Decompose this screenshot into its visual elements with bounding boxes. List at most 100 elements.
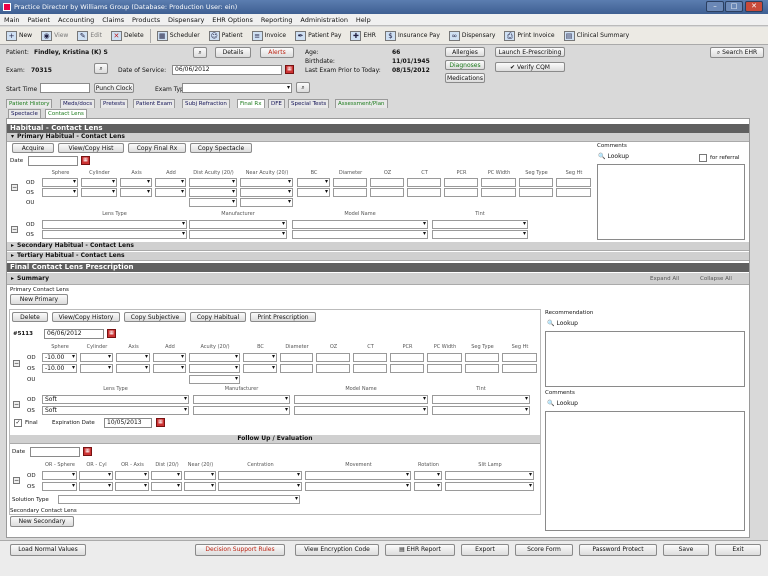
view-copy-hist-button[interactable]: View/Copy Hist: [58, 143, 124, 153]
habitual-lens-cell[interactable]: [189, 220, 287, 229]
final-cell[interactable]: [243, 353, 277, 362]
recommendation-textarea[interactable]: [545, 331, 745, 387]
habitual-cell[interactable]: [407, 178, 441, 187]
expiration-calendar-icon[interactable]: ▦: [156, 418, 165, 427]
expiration-date-field[interactable]: 10/05/2013: [104, 418, 152, 428]
followup-cell[interactable]: [445, 471, 534, 480]
final-lens-cell[interactable]: Soft: [42, 395, 189, 404]
final-checkbox[interactable]: ✓: [14, 419, 22, 427]
details-button[interactable]: Details: [215, 47, 251, 58]
copy-final-rx-button[interactable]: Copy Final Rx: [128, 143, 186, 153]
score-form-button[interactable]: Score Form: [515, 544, 573, 556]
close-icon[interactable]: ✕: [745, 1, 763, 12]
final-cell[interactable]: [465, 364, 499, 373]
dos-calendar-icon[interactable]: ▦: [285, 65, 294, 74]
minimize-icon[interactable]: –: [706, 1, 724, 12]
habitual-ou-near[interactable]: [240, 198, 293, 207]
followup-cell[interactable]: [414, 471, 442, 480]
patient-search-icon[interactable]: ⌕: [193, 47, 207, 58]
habitual-cell[interactable]: [120, 188, 152, 197]
final-lens-cell[interactable]: [294, 406, 428, 415]
habitual-cell[interactable]: [481, 188, 516, 197]
tertiary-habitual-header[interactable]: Tertiary Habitual - Contact Lens: [7, 252, 749, 261]
followup-cell[interactable]: [42, 482, 77, 491]
final-ou-acuity[interactable]: [189, 375, 240, 384]
habitual-lens-cell[interactable]: [42, 230, 187, 239]
patient-pay-button[interactable]: ✒ Patient Pay: [292, 29, 344, 43]
habitual-cell[interactable]: [42, 178, 78, 187]
final-cell[interactable]: [502, 364, 537, 373]
habitual-cell[interactable]: [81, 178, 117, 187]
menu-claims[interactable]: Claims: [102, 16, 124, 24]
habitual-col-header[interactable]: CT: [407, 170, 442, 176]
habitual-cell[interactable]: [370, 188, 404, 197]
habitual-col-header[interactable]: BC: [297, 170, 331, 176]
final-cell[interactable]: [243, 364, 277, 373]
followup-cell[interactable]: [115, 482, 149, 491]
menu-administration[interactable]: Administration: [300, 16, 348, 24]
solution-type-select[interactable]: [58, 495, 300, 504]
final-delete-button[interactable]: Delete: [12, 312, 48, 322]
final-lens-cell[interactable]: [294, 395, 428, 404]
final-cell[interactable]: [353, 353, 387, 362]
exam-type-select[interactable]: [182, 83, 292, 93]
dispensary-button[interactable]: ∞ Dispensary: [446, 29, 499, 43]
habitual-cell[interactable]: [81, 188, 117, 197]
final-cell[interactable]: [153, 353, 186, 362]
menu-help[interactable]: Help: [356, 16, 371, 24]
followup-cell[interactable]: [184, 482, 216, 491]
habitual-cell[interactable]: [444, 178, 478, 187]
maximize-icon[interactable]: □: [725, 1, 743, 12]
habitual-col-header[interactable]: Add: [155, 170, 187, 176]
menu-ehr-options[interactable]: EHR Options: [212, 16, 253, 24]
exit-button[interactable]: Exit: [715, 544, 761, 556]
habitual-cell[interactable]: [519, 188, 553, 197]
final-cell[interactable]: [316, 353, 350, 362]
final-cell[interactable]: [353, 364, 387, 373]
habitual-cell[interactable]: [481, 178, 516, 187]
habitual-cell[interactable]: [407, 188, 441, 197]
followup-calendar-icon[interactable]: ▦: [83, 447, 92, 456]
habitual-date-field[interactable]: [28, 156, 78, 166]
habitual-cell[interactable]: [240, 178, 293, 187]
final-cell[interactable]: [465, 353, 499, 362]
final-cell[interactable]: [390, 353, 424, 362]
followup-cell[interactable]: [151, 471, 182, 480]
collapse-triangle-icon[interactable]: ▸: [11, 252, 14, 259]
tab-dfe[interactable]: DFE: [268, 99, 285, 108]
diagnoses-button[interactable]: Diagnoses: [445, 60, 485, 70]
launch-erx-button[interactable]: Launch E-Prescribing: [495, 47, 565, 57]
export-button[interactable]: Export: [461, 544, 509, 556]
final-cell[interactable]: [80, 364, 113, 373]
tab-special-tests[interactable]: Special Tests: [288, 99, 330, 108]
habitual-cell[interactable]: [240, 188, 293, 197]
followup-cell[interactable]: [305, 471, 411, 480]
followup-cell[interactable]: [305, 482, 411, 491]
ehr-button[interactable]: ✚ EHR: [347, 29, 378, 43]
habitual-cell[interactable]: [120, 178, 152, 187]
followup-date-field[interactable]: [30, 447, 80, 457]
final-collapse-icon[interactable]: −: [13, 360, 20, 367]
new-secondary-button[interactable]: New Secondary: [10, 516, 74, 527]
menu-main[interactable]: Main: [4, 16, 20, 24]
habitual-cell[interactable]: [333, 188, 367, 197]
copy-spectacle-button[interactable]: Copy Spectacle: [190, 143, 252, 153]
habitual-cell[interactable]: [556, 188, 591, 197]
tab-meds-docs[interactable]: Meds/docs: [60, 99, 96, 108]
rx-calendar-icon[interactable]: ▦: [107, 329, 116, 338]
final-cell[interactable]: [316, 364, 350, 373]
habitual-comments-textarea[interactable]: [597, 164, 745, 240]
final-lens-collapse-icon[interactable]: −: [13, 401, 20, 408]
tab-subj-refraction[interactable]: Subj Refraction: [182, 99, 230, 108]
acquire-button[interactable]: Acquire: [12, 143, 54, 153]
habitual-cell[interactable]: [297, 178, 330, 187]
habitual-cell[interactable]: [519, 178, 553, 187]
followup-cell[interactable]: [218, 482, 302, 491]
print-prescription-button[interactable]: Print Prescription: [250, 312, 316, 322]
subtab-contact-lens[interactable]: Contact Lens: [45, 109, 87, 118]
tab-patient-exam[interactable]: Patient Exam: [133, 99, 176, 108]
followup-cell[interactable]: [151, 482, 182, 491]
habitual-cell[interactable]: [370, 178, 404, 187]
delete-button[interactable]: ✕ Delete: [108, 29, 147, 43]
final-cell[interactable]: [427, 353, 462, 362]
